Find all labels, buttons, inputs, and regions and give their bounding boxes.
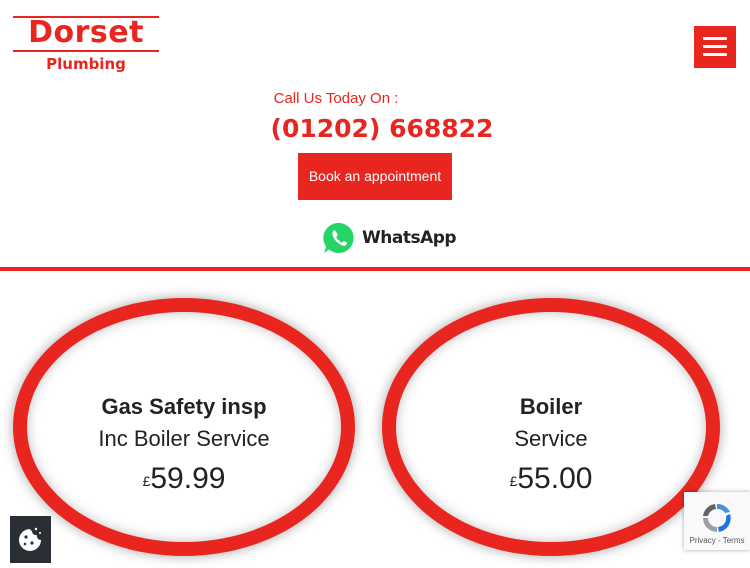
- call-us-label: Call Us Today On :: [273, 90, 399, 107]
- hamburger-menu-button[interactable]: [694, 26, 736, 68]
- price-value: 55.00: [517, 462, 593, 495]
- hamburger-menu-bar: [703, 53, 727, 56]
- header-divider: [0, 267, 750, 271]
- cookie-settings-button[interactable]: [10, 516, 51, 563]
- offer-title: Boiler: [519, 394, 583, 419]
- offer-price: £59.99: [27, 462, 341, 496]
- offer-card-gas-safety[interactable]: Gas Safety insp Inc Boiler Service £59.9…: [13, 298, 355, 556]
- recaptcha-badge[interactable]: Privacy - Terms: [684, 492, 750, 550]
- logo-sub-text: Plumbing: [46, 55, 126, 73]
- whatsapp-icon[interactable]: [322, 221, 356, 255]
- hamburger-menu-icon: [703, 37, 727, 40]
- logo-brand-text: Dorset: [28, 15, 144, 50]
- price-value: 59.99: [150, 462, 226, 495]
- recaptcha-privacy-terms[interactable]: Privacy - Terms: [684, 536, 750, 545]
- offer-subtitle: Service: [514, 426, 588, 451]
- offer-title: Gas Safety insp: [101, 394, 267, 419]
- offer-card-boiler-service[interactable]: Boiler Service £55.00: [382, 298, 720, 556]
- book-appointment-button[interactable]: Book an appointment: [298, 153, 452, 200]
- offer-subtitle: Inc Boiler Service: [98, 426, 270, 451]
- hamburger-menu-bar: [703, 45, 727, 48]
- offer-price: £55.00: [396, 462, 706, 496]
- logo-mid-line: [13, 50, 159, 52]
- cookie-icon: [19, 527, 41, 551]
- phone-number-link[interactable]: (01202) 668822: [0, 114, 750, 143]
- whatsapp-link[interactable]: WhatsApp: [362, 228, 457, 248]
- recaptcha-icon: [703, 503, 731, 532]
- site-logo[interactable]: Dorset Plumbing: [13, 14, 159, 76]
